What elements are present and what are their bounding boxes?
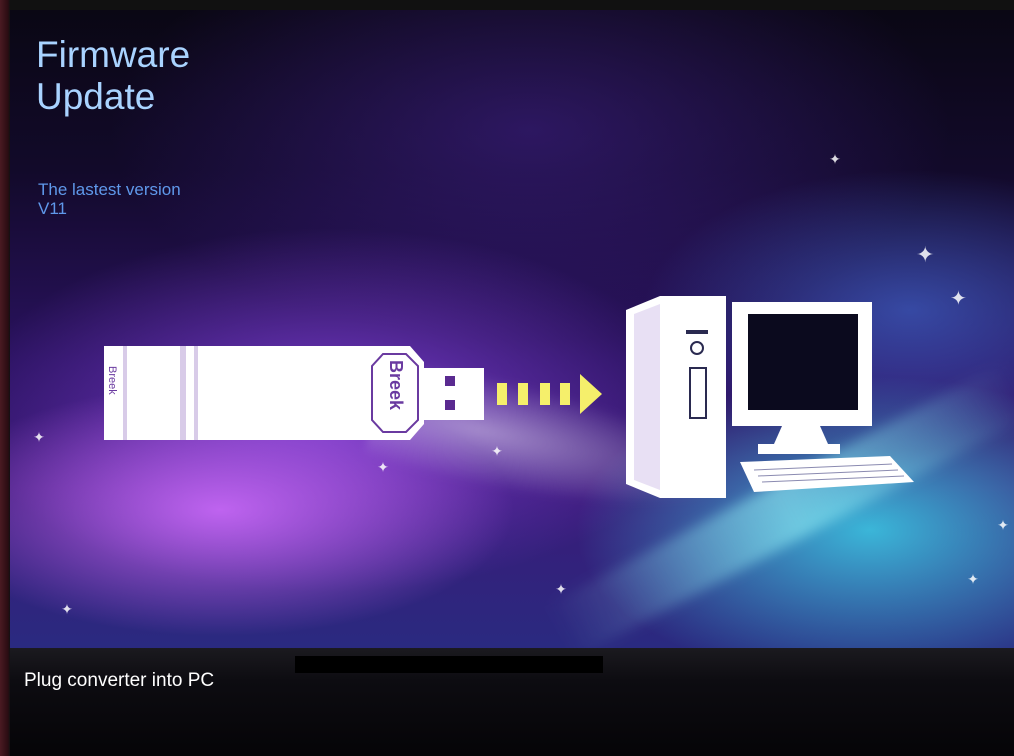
- desktop-pc-icon: [626, 296, 914, 498]
- background-scene: ✦ ✦ ✦ ✦ ✦ ✦ ✦ ✦ ✦ ✦ Breek Breek Firmware…: [10, 10, 1014, 648]
- usb-brand-label-end: Breek: [386, 360, 406, 411]
- page-title: Firmware Update: [36, 34, 191, 117]
- version-label: The lastest version: [38, 180, 181, 199]
- status-text: Plug converter into PC: [24, 670, 215, 691]
- usb-converter-icon: Breek Breek: [104, 346, 424, 440]
- arrow-right-icon: [497, 374, 602, 414]
- firmware-update-window: ✦ ✦ ✦ ✦ ✦ ✦ ✦ ✦ ✦ ✦ Breek Breek Firmware…: [10, 10, 1014, 756]
- version-info: The lastest version V11: [38, 180, 181, 218]
- version-value: V11: [38, 199, 67, 218]
- redacted-block: [295, 656, 603, 673]
- usb-brand-label: Breek: [106, 366, 118, 395]
- usb-plug-icon: [424, 368, 484, 420]
